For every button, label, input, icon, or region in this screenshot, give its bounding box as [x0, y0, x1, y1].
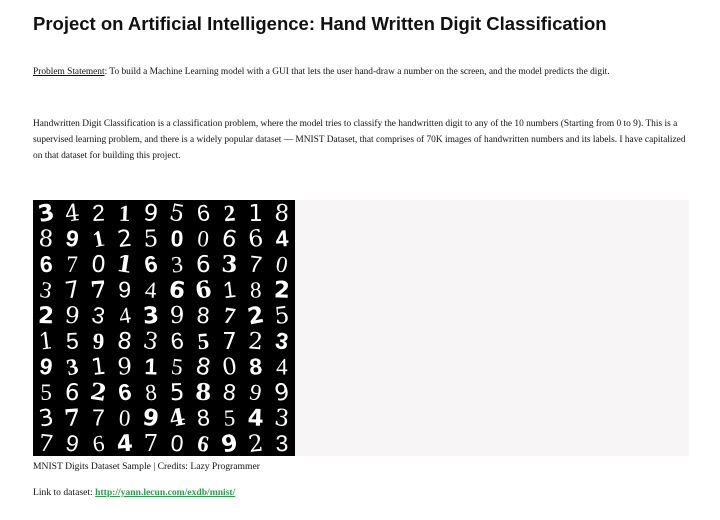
mnist-digit: 5 — [169, 380, 185, 407]
dataset-link[interactable]: http://yann.lecun.com/exdb/mnist/ — [95, 487, 235, 498]
mnist-digit: 5 — [223, 405, 235, 430]
mnist-digit: 9 — [63, 302, 81, 330]
mnist-digit: 2 — [92, 200, 106, 226]
mnist-digit: 4 — [64, 200, 82, 228]
mnist-digit: 7 — [67, 252, 79, 277]
mnist-digit: 1 — [248, 201, 263, 227]
mnist-digit: 4 — [275, 225, 290, 252]
mnist-digit: 5 — [197, 328, 210, 354]
dataset-link-line: Link to dataset: http://yann.lecun.com/e… — [33, 486, 235, 500]
mnist-digit: 7 — [144, 431, 159, 456]
mnist-digit: 9 — [142, 200, 160, 228]
mnist-digit: 0 — [118, 405, 131, 431]
mnist-digit: 9 — [170, 303, 185, 329]
mnist-digit: 8 — [195, 379, 212, 407]
mnist-digit: 1 — [37, 328, 55, 356]
mnist-digit: 8 — [248, 353, 263, 380]
mnist-digit: 6 — [39, 251, 54, 278]
problem-statement-label: Problem Statement — [33, 67, 105, 77]
mnist-digit: 8 — [274, 200, 291, 227]
mnist-digit: 2 — [273, 277, 290, 304]
mnist-digit: 2 — [247, 430, 265, 456]
problem-statement-text: : To build a Machine Learning model with… — [104, 67, 610, 77]
mnist-digit: 9 — [92, 329, 104, 354]
mnist-digit: 3 — [221, 251, 238, 279]
mnist-digit-grid: 3 4 2 1 9 5 6 2 1 88 9 1 2 5 0 0 6 6 46 7 0 1 6 3 6 3 7 03 7 7 9 4 6 6 1 8 2… — [33, 200, 295, 456]
mnist-digit: 7 — [90, 276, 108, 304]
mnist-digit: 0 — [170, 430, 185, 456]
mnist-digit: 5 — [143, 226, 159, 253]
document-title: Project on Artificial Intelligence: Hand… — [33, 13, 607, 34]
mnist-digit: 0 — [90, 251, 107, 278]
mnist-digit: 6 — [64, 379, 81, 406]
mnist-digit: 3 — [273, 405, 291, 433]
mnist-digit: 8 — [38, 226, 55, 253]
mnist-digit: 6 — [196, 252, 212, 279]
image-caption: MNIST Digits Dataset Sample | Credits: L… — [33, 461, 260, 472]
mnist-digit: 4 — [116, 431, 134, 456]
mnist-digit: 2 — [247, 328, 264, 355]
mnist-digit: 4 — [247, 405, 264, 432]
mnist-digit: 9 — [118, 277, 131, 303]
mnist-digit: 9 — [117, 354, 133, 381]
mnist-sample-image: 3421956218891250066467016363703779466182… — [33, 200, 295, 456]
mnist-digit: 8 — [249, 277, 261, 302]
description-paragraph: Handwritten Digit Classification is a cl… — [33, 119, 686, 161]
mnist-digit: 4 — [276, 354, 288, 379]
mnist-digit: 1 — [118, 201, 130, 226]
mnist-digit: 7 — [222, 329, 237, 355]
mnist-digit: 2 — [223, 200, 236, 226]
mnist-digit: 7 — [92, 405, 105, 431]
mnist-digit: 7 — [37, 430, 55, 456]
mnist-digit: 7 — [63, 404, 81, 432]
mnist-digit: 3 — [142, 303, 160, 330]
dataset-link-prefix: Link to dataset: — [33, 487, 96, 498]
mnist-digit: 5 — [273, 302, 291, 330]
mnist-digit: 0 — [170, 225, 184, 251]
mnist-digit: 8 — [196, 302, 211, 329]
mnist-digit: 5 — [65, 328, 79, 354]
mnist-digit: 8 — [116, 328, 134, 356]
mnist-digit: 2 — [38, 303, 55, 330]
mnist-digit: 3 — [275, 430, 289, 456]
mnist-digit: 1 — [144, 353, 158, 379]
problem-statement-paragraph: Problem Statement: To build a Machine Le… — [33, 64, 688, 80]
mnist-digit: 5 — [40, 380, 52, 405]
